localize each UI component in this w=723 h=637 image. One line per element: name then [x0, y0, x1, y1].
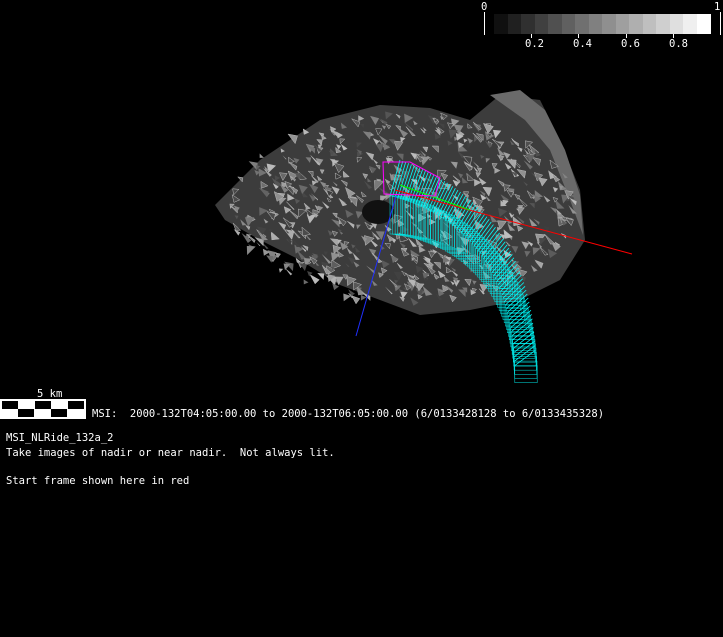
colorbar-tick-label: 0.8 [669, 38, 688, 50]
colorbar-cell [561, 14, 576, 34]
colorbar-cell [521, 14, 535, 34]
swath-frame [510, 309, 532, 328]
scale-bar-segment [67, 409, 84, 417]
scale-bar-segment [2, 401, 18, 409]
shape-facet [278, 268, 284, 273]
colorbar-min-tick [484, 12, 485, 35]
colorbar-legend: 0 1 0.2 0.4 0.6 0.8 [480, 0, 723, 55]
scale-bar-segment [34, 401, 51, 409]
shape-facet [246, 245, 256, 256]
colorbar-cell [615, 14, 630, 34]
colorbar-cell [548, 14, 562, 34]
colorbar-cell [696, 14, 711, 34]
observation-time-range: MSI: 2000-132T04:05:00.00 to 2000-132T06… [92, 408, 605, 420]
swath-frame [513, 336, 535, 353]
scale-bar-segment [34, 409, 51, 417]
swath-frame [513, 331, 535, 349]
colorbar-tick [672, 34, 674, 38]
shape-facet [309, 274, 320, 285]
colorbar-cell [534, 14, 549, 34]
colorbar-tick [578, 34, 580, 38]
observation-description: Take images of nadir or near nadir. Not … [6, 447, 335, 459]
colorbar-cell [669, 14, 684, 34]
colorbar-tick [531, 34, 533, 38]
scale-bar-segment [18, 409, 35, 417]
colorbar-tick-label: 0.6 [621, 38, 640, 50]
colorbar-cell [602, 14, 616, 34]
scale-bar-segment [18, 401, 35, 409]
asteroid-shape-model [215, 90, 585, 315]
colorbar-max-tick [720, 12, 721, 35]
shape-facet [259, 153, 264, 158]
shape-facet [262, 248, 270, 256]
asteroid-3d-view[interactable] [0, 0, 723, 637]
colorbar-tick-label: 0.4 [573, 38, 592, 50]
start-frame-note: Start frame shown here in red [6, 475, 190, 487]
shape-facet [351, 295, 361, 305]
colorbar-cell [642, 14, 657, 34]
scale-bar [0, 399, 86, 419]
shape-facet [332, 283, 339, 291]
scale-bar-segment [51, 401, 68, 409]
colorbar-cell [683, 14, 697, 34]
shape-facet [266, 255, 274, 263]
shape-facet [303, 279, 309, 285]
colorbar-cell [575, 14, 589, 34]
scale-bar-segment [51, 409, 68, 417]
scale-bar-segment [67, 401, 84, 409]
colorbar-tick-label: 0.2 [525, 38, 544, 50]
colorbar-cell [507, 14, 522, 34]
colorbar-cell [656, 14, 670, 34]
colorbar-cell [629, 14, 643, 34]
colorbar-cell [494, 14, 508, 34]
colorbar-tick [625, 34, 627, 38]
scale-bar-segment [2, 409, 18, 417]
colorbar-cell [588, 14, 603, 34]
shape-facet [317, 272, 325, 280]
observation-name: MSI_NLRide_132a_2 [6, 432, 114, 444]
